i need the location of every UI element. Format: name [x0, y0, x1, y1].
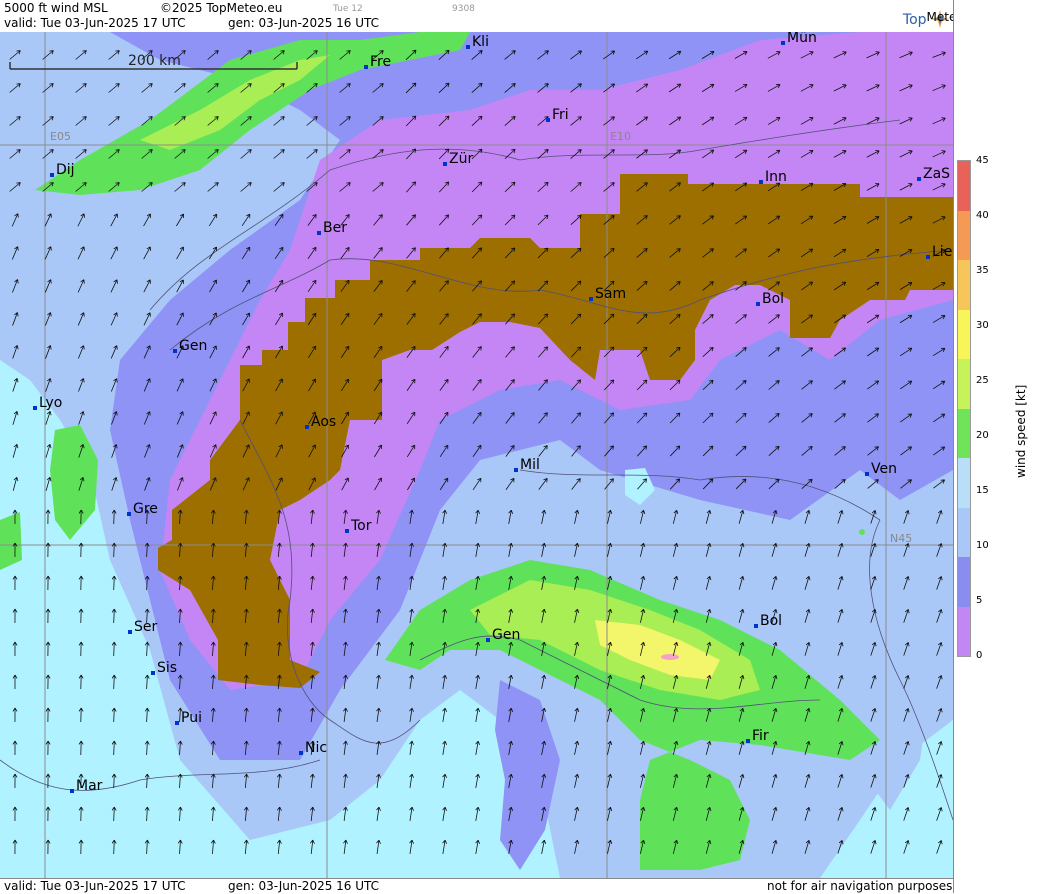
legend-tick-label: 25	[976, 375, 989, 386]
city-label: Lie	[932, 244, 952, 260]
wind-map: E05 E10 N45 200 km Kli Mün Fre Fri Zür Dij Inn…	[0, 32, 953, 878]
city-marker	[128, 630, 132, 634]
wind-zone-green-ven	[859, 529, 865, 535]
grid-label-n45: N45	[890, 532, 912, 545]
gen-time: gen: 03-Jun-2025 16 UTC	[228, 16, 380, 30]
map-header: 5000 ft wind MSL ©2025 TopMeteo.eu Tue 1…	[0, 0, 964, 33]
city-label: Ven	[871, 461, 897, 477]
city-label: Ber	[323, 220, 347, 236]
city-marker	[546, 118, 550, 122]
city-marker	[759, 180, 763, 184]
grid-label-e10: E10	[610, 130, 631, 143]
city-marker	[33, 406, 37, 410]
city-label: Sam	[595, 286, 626, 302]
legend-tick-label: 40	[976, 210, 989, 221]
city-label: Kli	[472, 34, 489, 50]
map-footer: valid: Tue 03-Jun-2025 17 UTC gen: 03-Ju…	[0, 878, 953, 894]
city-label: Pui	[181, 710, 202, 726]
city-marker	[317, 231, 321, 235]
city-marker	[926, 255, 930, 259]
city-marker	[514, 468, 518, 472]
city-label: Fre	[370, 54, 391, 70]
city-marker	[364, 65, 368, 69]
city-label: Tor	[350, 518, 372, 534]
legend-color-segment	[958, 408, 970, 458]
legend-tick-label: 30	[976, 320, 989, 331]
city-label: Gen	[492, 627, 520, 643]
city-label: Aos	[311, 414, 336, 430]
city-marker	[917, 177, 921, 181]
city-marker	[754, 624, 758, 628]
topmeteo-logo: Meteo TopMeteo	[902, 10, 964, 28]
city-label: Gre	[133, 501, 158, 517]
city-marker	[50, 173, 54, 177]
city-marker	[151, 671, 155, 675]
city-label: Lyo	[39, 395, 62, 411]
city-label: Mil	[520, 457, 540, 473]
city-label: Dij	[56, 162, 75, 178]
city-marker	[466, 45, 470, 49]
city-marker	[127, 512, 131, 516]
city-marker	[865, 472, 869, 476]
city-marker	[443, 162, 447, 166]
city-label: Fri	[552, 107, 569, 123]
legend-tick-label: 45	[976, 155, 989, 166]
legend-color-segment	[958, 606, 970, 656]
city-label: Bol	[760, 613, 782, 629]
wind-zone-green-west2	[0, 512, 22, 570]
city-label: Nic	[305, 740, 327, 756]
legend-color-segment	[958, 458, 970, 508]
city-label: Bol	[762, 291, 784, 307]
city-label: Ser	[134, 619, 158, 635]
city-label: Mün	[787, 32, 817, 46]
city-label: Sis	[157, 660, 177, 676]
grid-label-e05: E05	[50, 130, 71, 143]
city-marker	[305, 425, 309, 429]
legend-tick-label: 20	[976, 430, 989, 441]
city-label: Zür	[449, 151, 473, 167]
footer-valid-time: valid: Tue 03-Jun-2025 17 UTC	[4, 879, 186, 893]
city-marker	[173, 349, 177, 353]
scale-label: 200 km	[128, 53, 181, 69]
city-marker	[345, 529, 349, 533]
header-faint-b: 9308	[452, 4, 475, 14]
legend-color-segment	[958, 507, 970, 557]
city-marker	[746, 739, 750, 743]
footer-disclaimer: not for air navigation purposes	[767, 879, 953, 893]
city-label: Gen	[179, 338, 207, 354]
copyright-text: ©2025 TopMeteo.eu	[160, 1, 283, 15]
legend-tick-label: 35	[976, 265, 989, 276]
legend-color-segment	[958, 161, 970, 211]
wind-speed-legend: 45 40 35 30 25 20 15 10 5 0 wind speed [kt]	[953, 0, 1045, 893]
city-marker	[781, 41, 785, 45]
wind-zone-peak	[661, 654, 679, 660]
city-marker	[299, 751, 303, 755]
legend-tick-label: 0	[976, 650, 983, 661]
legend-color-segment	[958, 557, 970, 607]
logo-text-top: Top	[902, 12, 927, 28]
city-marker	[589, 297, 593, 301]
city-label: Fir	[752, 728, 769, 744]
legend-color-segment	[958, 260, 970, 310]
city-marker	[175, 721, 179, 725]
city-marker	[756, 302, 760, 306]
legend-color-bar	[957, 160, 971, 657]
legend-color-segment	[958, 309, 970, 359]
legend-tick-label: 5	[976, 595, 983, 606]
legend-tick-label: 10	[976, 540, 989, 551]
city-marker	[70, 789, 74, 793]
wind-map-canvas: E05 E10 N45 200 km Kli Mün Fre Fri Zür Dij Inn…	[0, 32, 953, 878]
product-title: 5000 ft wind MSL	[4, 1, 108, 15]
city-label: Inn	[765, 169, 787, 185]
city-marker	[486, 638, 490, 642]
legend-color-segment	[958, 359, 970, 409]
footer-gen-time: gen: 03-Jun-2025 16 UTC	[228, 879, 380, 893]
legend-color-segment	[958, 210, 970, 260]
valid-time: valid: Tue 03-Jun-2025 17 UTC	[4, 16, 186, 30]
legend-tick-label: 15	[976, 485, 989, 496]
header-faint-a: Tue 12	[333, 4, 363, 14]
city-label: Mar	[76, 778, 103, 794]
legend-title: wind speed [kt]	[1014, 384, 1028, 478]
city-label: ZaS	[923, 166, 950, 182]
